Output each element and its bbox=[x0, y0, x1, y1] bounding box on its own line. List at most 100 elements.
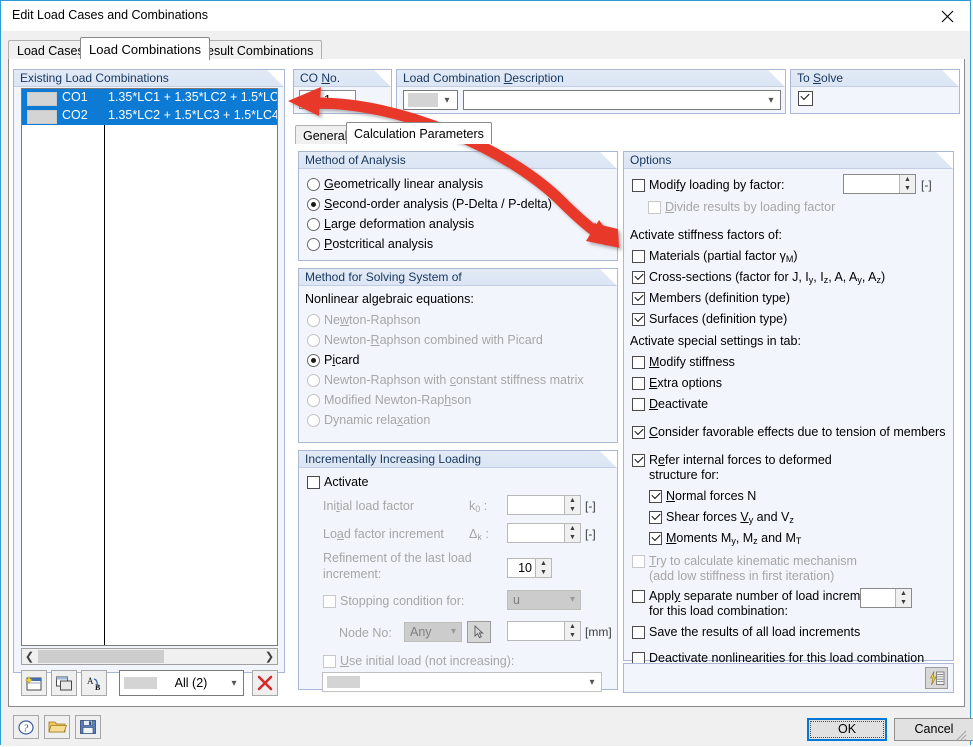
to-solve-checkbox[interactable] bbox=[798, 91, 813, 106]
radio-indicator bbox=[307, 314, 320, 327]
radio-newton-raphson-constant[interactable]: Newton-Raphson with constant stiffness m… bbox=[307, 373, 584, 387]
special-modify-stiffness-row[interactable]: Modify stiffness bbox=[632, 355, 735, 369]
refinement-input[interactable]: 10 ▲▼ bbox=[507, 558, 552, 578]
description-input[interactable]: ▾ bbox=[463, 90, 781, 110]
activate-incremental-checkbox[interactable] bbox=[307, 476, 320, 489]
radio-picard[interactable]: Picard bbox=[307, 353, 359, 367]
divide-results-row[interactable]: Divide results by loading factor bbox=[648, 200, 835, 214]
refer-normal-forces-checkbox[interactable] bbox=[649, 490, 662, 503]
stiffness-surfaces-row[interactable]: Surfaces (definition type) bbox=[632, 312, 787, 326]
activate-incremental-row[interactable]: Activate bbox=[307, 475, 368, 489]
list-item[interactable]: CO1 1.35*LC1 + 1.35*LC2 + 1.5*LC3 + 1.5 bbox=[22, 89, 277, 107]
kinematic-mechanism-row[interactable]: Try to calculate kinematic mechanism bbox=[632, 554, 857, 568]
refer-moments-checkbox[interactable] bbox=[649, 532, 662, 545]
apply-separate-increments-input[interactable]: ▲▼ bbox=[860, 588, 912, 608]
save-all-increments-checkbox[interactable] bbox=[632, 626, 645, 639]
node-value-input[interactable]: ▲▼ bbox=[507, 621, 581, 641]
use-initial-load-row[interactable]: Use initial load (not increasing): bbox=[323, 654, 514, 668]
delete-combination-icon[interactable] bbox=[252, 670, 278, 696]
color-swatch bbox=[27, 92, 57, 106]
load-factor-increment-input[interactable]: ▲▼ bbox=[507, 523, 581, 543]
stopping-condition-checkbox[interactable] bbox=[323, 595, 336, 608]
stiffness-cross-sections-row[interactable]: Cross-sections (factor for J, Iy, Iz, A,… bbox=[632, 270, 885, 287]
stiffness-members-row[interactable]: Members (definition type) bbox=[632, 291, 790, 305]
radio-geometrically-linear[interactable]: Geometrically linear analysis bbox=[307, 177, 483, 191]
apply-separate-increments-checkbox[interactable] bbox=[632, 590, 645, 603]
radio-large-deformation[interactable]: Large deformation analysis bbox=[307, 217, 474, 231]
co-no-input[interactable]: 1 bbox=[299, 90, 356, 109]
special-extra-options-row[interactable]: Extra options bbox=[632, 376, 722, 390]
stiffness-materials-checkbox[interactable] bbox=[632, 250, 645, 263]
list-item[interactable]: CO2 1.35*LC2 + 1.5*LC3 + 1.5*LC4 bbox=[22, 107, 277, 125]
ok-button[interactable]: OK bbox=[807, 718, 887, 741]
refer-internal-forces-checkbox[interactable] bbox=[632, 454, 645, 467]
spinner-buttons[interactable]: ▲▼ bbox=[564, 496, 580, 514]
radio-dynamic-relaxation[interactable]: Dynamic relaxation bbox=[307, 413, 430, 427]
refer-moments-row[interactable]: Moments My, Mz and MT bbox=[649, 531, 801, 548]
special-deactivate-checkbox[interactable] bbox=[632, 398, 645, 411]
special-modify-stiffness-checkbox[interactable] bbox=[632, 356, 645, 369]
favorable-effects-row[interactable]: Consider favorable effects due to tensio… bbox=[632, 425, 945, 439]
spinner-buttons[interactable]: ▲▼ bbox=[899, 175, 915, 193]
stiffness-materials-row[interactable]: Materials (partial factor γM) bbox=[632, 249, 798, 266]
list-filter-select[interactable]: All (2) ▾ bbox=[119, 670, 244, 696]
spinner-buttons[interactable]: ▲▼ bbox=[535, 559, 551, 577]
tab-load-combinations[interactable]: Load Combinations bbox=[80, 37, 210, 60]
spinner-buttons[interactable]: ▲▼ bbox=[564, 622, 580, 640]
refer-shear-forces-checkbox[interactable] bbox=[649, 511, 662, 524]
spinner-buttons[interactable]: ▲▼ bbox=[895, 589, 911, 607]
divide-results-checkbox[interactable] bbox=[648, 201, 661, 214]
rename-combination-icon[interactable]: A B bbox=[81, 670, 107, 696]
modify-loading-input[interactable]: ▲▼ bbox=[843, 174, 916, 194]
special-deactivate-row[interactable]: Deactivate bbox=[632, 397, 708, 411]
chevron-down-icon[interactable]: ▾ bbox=[451, 626, 456, 637]
stopping-condition-select[interactable]: u ▾ bbox=[507, 590, 581, 610]
new-combination-icon[interactable] bbox=[21, 670, 47, 696]
description-color-select[interactable]: ▾ bbox=[403, 90, 458, 110]
close-icon[interactable] bbox=[925, 1, 970, 31]
radio-newton-raphson-picard[interactable]: Newton-Raphson combined with Picard bbox=[307, 333, 543, 347]
favorable-effects-checkbox[interactable] bbox=[632, 426, 645, 439]
radio-modified-newton-raphson[interactable]: Modified Newton-Raphson bbox=[307, 393, 471, 407]
chevron-down-icon[interactable]: ▾ bbox=[225, 678, 243, 689]
pick-node-icon[interactable] bbox=[467, 621, 491, 643]
stiffness-surfaces-checkbox[interactable] bbox=[632, 313, 645, 326]
list-filter-value: All (2) bbox=[157, 676, 225, 690]
refer-normal-forces-row[interactable]: Normal forces N bbox=[649, 489, 756, 503]
chevron-down-icon[interactable]: ▾ bbox=[762, 95, 780, 106]
list-horizontal-scrollbar[interactable]: ❮ ❯ bbox=[21, 648, 278, 665]
resize-grip[interactable] bbox=[955, 729, 967, 741]
radio-second-order[interactable]: Second-order analysis (P-Delta / P-delta… bbox=[307, 197, 552, 211]
chevron-down-icon[interactable]: ▾ bbox=[570, 594, 575, 605]
radio-newton-raphson[interactable]: Newton-Raphson bbox=[307, 313, 421, 327]
use-initial-load-checkbox[interactable] bbox=[323, 655, 336, 668]
stiffness-cross-sections-checkbox[interactable] bbox=[632, 271, 645, 284]
calculation-settings-icon[interactable] bbox=[925, 667, 948, 689]
node-no-select[interactable]: Any ▾ bbox=[404, 622, 462, 642]
stopping-condition-row[interactable]: Stopping condition for: bbox=[323, 594, 464, 608]
stiffness-members-checkbox[interactable] bbox=[632, 292, 645, 305]
kinematic-mechanism-checkbox[interactable] bbox=[632, 555, 645, 568]
refer-internal-forces-row[interactable]: Refer internal forces to deformed bbox=[632, 453, 832, 467]
chevron-down-icon[interactable]: ▾ bbox=[583, 677, 601, 688]
special-extra-options-checkbox[interactable] bbox=[632, 377, 645, 390]
chevron-down-icon[interactable]: ▾ bbox=[438, 95, 456, 106]
modify-loading-checkbox[interactable] bbox=[632, 179, 645, 192]
radio-postcritical[interactable]: Postcritical analysis bbox=[307, 237, 433, 251]
initial-load-select[interactable]: ▾ bbox=[322, 672, 602, 692]
spinner-buttons[interactable]: ▲▼ bbox=[564, 524, 580, 542]
initial-load-factor-input[interactable]: ▲▼ bbox=[507, 495, 581, 515]
save-icon[interactable] bbox=[75, 715, 101, 739]
open-folder-icon[interactable] bbox=[44, 715, 70, 739]
refer-shear-forces-row[interactable]: Shear forces Vy and Vz bbox=[649, 510, 794, 527]
modify-loading-row[interactable]: Modify loading by factor: bbox=[632, 178, 785, 192]
save-all-increments-row[interactable]: Save the results of all load increments bbox=[632, 625, 860, 639]
load-combinations-list[interactable]: CO1 1.35*LC1 + 1.35*LC2 + 1.5*LC3 + 1.5 … bbox=[21, 88, 278, 646]
chevron-left-icon[interactable]: ❮ bbox=[22, 649, 37, 664]
copy-combination-icon[interactable] bbox=[51, 670, 77, 696]
chevron-right-icon[interactable]: ❯ bbox=[262, 649, 277, 664]
scrollbar-thumb[interactable] bbox=[38, 650, 164, 663]
apply-separate-increments-row[interactable]: Apply separate number of load increments bbox=[632, 589, 884, 603]
tab-calculation-parameters[interactable]: Calculation Parameters bbox=[346, 122, 492, 144]
help-icon[interactable]: ? bbox=[13, 715, 39, 739]
